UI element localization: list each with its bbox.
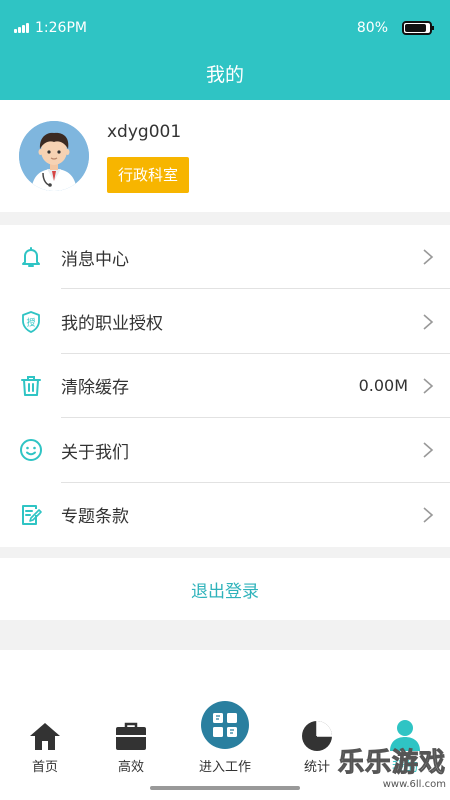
battery-icon xyxy=(402,21,434,35)
chevron-right-icon xyxy=(423,442,434,458)
settings-menu: 消息中心 授 我的职业授权 清除缓存 0.00M 关于我们 专题条款 xyxy=(0,225,450,547)
menu-item-terms[interactable]: 专题条款 xyxy=(0,483,450,547)
tab-label: 进入工作 xyxy=(198,760,251,775)
home-indicator[interactable] xyxy=(150,786,300,790)
profile-card[interactable]: xdyg001 行政科室 xyxy=(0,100,450,212)
home-icon xyxy=(30,723,60,750)
role-badge: 行政科室 xyxy=(107,157,190,193)
watermark-url: www.6ll.com xyxy=(382,779,446,790)
pie-chart-icon xyxy=(302,721,332,751)
menu-item-authorization[interactable]: 授 我的职业授权 xyxy=(0,289,450,354)
menu-item-label: 关于我们 xyxy=(61,442,129,463)
cache-size: 0.00M xyxy=(358,376,408,396)
username: xdyg001 xyxy=(107,122,182,142)
tab-enter-work[interactable]: 进入工作 xyxy=(180,650,270,800)
menu-item-messages[interactable]: 消息中心 xyxy=(0,225,450,290)
chevron-right-icon xyxy=(423,313,434,330)
enter-work-icon xyxy=(201,701,249,749)
battery-percent: 80% xyxy=(356,20,388,36)
bell-icon xyxy=(22,247,40,268)
logout-button[interactable]: 退出登录 xyxy=(0,558,450,620)
briefcase-icon xyxy=(116,722,146,750)
person-icon xyxy=(390,720,420,751)
tab-label: 首页 xyxy=(31,760,58,775)
status-left: 1:26PM xyxy=(14,20,87,36)
tab-label: 高效 xyxy=(117,760,144,775)
status-bar: 1:26PM 80% xyxy=(0,0,450,40)
document-edit-icon xyxy=(22,504,42,525)
menu-item-label: 消息中心 xyxy=(61,249,129,270)
watermark-text: 乐乐游戏 xyxy=(337,748,446,779)
shield-authorize-icon: 授 xyxy=(22,310,40,333)
chevron-right-icon xyxy=(423,507,434,523)
tab-efficiency[interactable]: 高效 xyxy=(86,650,176,800)
shield-text: 授 xyxy=(26,316,35,328)
status-time: 1:26PM xyxy=(35,20,87,36)
smiley-icon xyxy=(20,439,42,462)
menu-item-about-us[interactable]: 关于我们 xyxy=(0,418,450,483)
doctor-avatar-icon[interactable] xyxy=(19,121,89,191)
trash-icon xyxy=(21,375,41,396)
status-right: 80% xyxy=(356,20,434,36)
tab-home[interactable]: 首页 xyxy=(0,650,90,800)
page-title: 我的 xyxy=(205,64,244,86)
signal-icon xyxy=(14,23,29,33)
battery-fill xyxy=(405,24,426,32)
chevron-right-icon xyxy=(423,378,434,394)
menu-item-label: 我的职业授权 xyxy=(61,314,163,335)
menu-item-label: 专题条款 xyxy=(61,507,129,528)
watermark: 乐乐游戏 www.6ll.com xyxy=(334,748,446,798)
menu-item-label: 清除缓存 xyxy=(61,378,129,399)
chevron-right-icon xyxy=(423,249,434,265)
menu-item-clear-cache[interactable]: 清除缓存 0.00M xyxy=(0,354,450,419)
app-header: 1:26PM 80% 我的 xyxy=(0,0,450,100)
